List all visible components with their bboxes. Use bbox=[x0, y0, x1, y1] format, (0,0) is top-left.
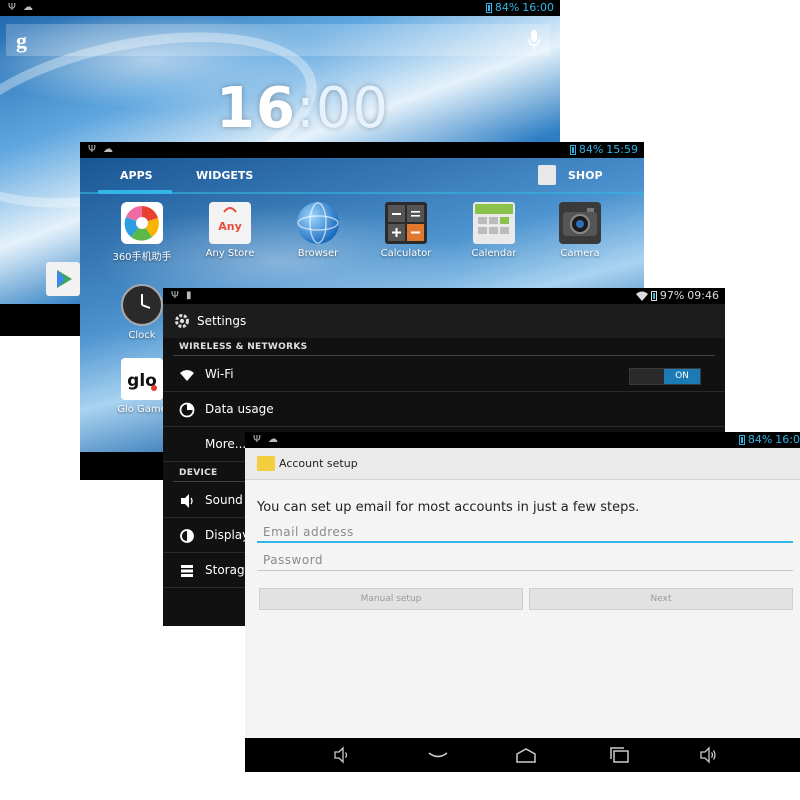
section-header-device: DEVICE bbox=[179, 468, 218, 478]
app-label: 360手机助手 bbox=[112, 252, 172, 263]
clock-icon bbox=[121, 284, 163, 326]
tab-indicator bbox=[98, 190, 172, 194]
password-underline bbox=[257, 570, 793, 571]
app-calculator[interactable]: Calculator bbox=[366, 202, 446, 259]
page-title: Account setup bbox=[279, 457, 358, 470]
wifi-signal-icon bbox=[635, 291, 648, 301]
status-bar: Ψ ▮ 97% 09:46 bbox=[163, 288, 725, 304]
app-label: Camera bbox=[560, 248, 600, 259]
settings-item-label: Display bbox=[205, 528, 250, 542]
status-time: 15:59 bbox=[606, 143, 638, 156]
play-store-icon[interactable] bbox=[46, 262, 80, 296]
calendar-icon bbox=[473, 202, 515, 244]
toggle-state: ON bbox=[664, 369, 700, 384]
email-input[interactable] bbox=[257, 522, 793, 542]
navigation-bar bbox=[245, 738, 800, 772]
battery-level: 97% bbox=[659, 289, 685, 302]
settings-item-label: Wi-Fi bbox=[205, 367, 234, 381]
wifi-icon bbox=[180, 370, 194, 381]
google-search-bar[interactable]: g bbox=[6, 24, 550, 56]
next-button[interactable]: Next bbox=[529, 588, 793, 610]
shop-button[interactable]: SHOP bbox=[568, 169, 603, 182]
settings-item-label: More... bbox=[205, 437, 247, 451]
tab-widgets[interactable]: WIDGETS bbox=[196, 169, 253, 182]
status-time: 16:00 bbox=[522, 1, 554, 14]
tab-apps[interactable]: APPS bbox=[120, 169, 153, 182]
gear-icon[interactable] bbox=[173, 312, 191, 330]
status-bar: Ψ ☁ 84% 16:00 bbox=[0, 0, 560, 16]
app-360-assistant[interactable]: 360手机助手 bbox=[102, 202, 182, 263]
wifi-toggle[interactable]: ON bbox=[629, 368, 701, 385]
app-label: Calculator bbox=[380, 248, 432, 259]
home-icon[interactable] bbox=[515, 746, 537, 764]
section-divider bbox=[173, 355, 715, 356]
shop-bag-icon[interactable] bbox=[538, 165, 556, 185]
home-clock-widget[interactable]: 16:00 bbox=[216, 76, 389, 141]
section-header-wireless: WIRELESS & NETWORKS bbox=[179, 342, 308, 352]
app-label: Calendar bbox=[471, 248, 517, 259]
clock-minutes: :00 bbox=[295, 76, 390, 141]
recent-apps-icon[interactable] bbox=[609, 746, 631, 764]
drawer-tabs: APPS WIDGETS SHOP bbox=[80, 158, 644, 194]
battery-icon bbox=[650, 290, 657, 301]
password-field[interactable] bbox=[257, 549, 793, 571]
app-calendar[interactable]: Calendar bbox=[454, 202, 534, 259]
any-store-badge: Any bbox=[218, 220, 242, 233]
usb-icon: Ψ ☁ bbox=[253, 434, 281, 445]
status-bar: Ψ ☁ 84% 16:0 bbox=[245, 432, 800, 448]
settings-action-bar: Settings bbox=[163, 304, 725, 338]
volume-down-icon[interactable] bbox=[333, 746, 351, 764]
account-action-bar: Account setup bbox=[245, 448, 800, 480]
battery-level: 84% bbox=[578, 143, 604, 156]
google-g-icon: g bbox=[16, 28, 27, 53]
any-store-icon: Any bbox=[209, 202, 251, 244]
app-camera[interactable]: Camera bbox=[540, 202, 620, 259]
status-bar: Ψ ☁ 84% 15:59 bbox=[80, 142, 644, 158]
mic-icon[interactable] bbox=[528, 29, 540, 51]
envelope-icon bbox=[257, 456, 275, 471]
app-label: Any Store bbox=[205, 248, 255, 259]
email-field[interactable] bbox=[257, 521, 793, 543]
glo-game-icon: glo bbox=[121, 358, 163, 400]
settings-item-label: Data usage bbox=[205, 402, 274, 416]
display-brightness-icon bbox=[180, 529, 194, 543]
settings-item-data-usage[interactable]: Data usage bbox=[163, 393, 725, 427]
360-assistant-icon bbox=[121, 202, 163, 244]
app-any-store[interactable]: Any Any Store bbox=[190, 202, 270, 259]
usb-icon: Ψ ▮ bbox=[171, 290, 194, 301]
app-browser[interactable]: Browser bbox=[278, 202, 358, 259]
battery-icon bbox=[738, 434, 745, 445]
password-input[interactable] bbox=[257, 550, 793, 570]
email-underline bbox=[257, 541, 793, 543]
manual-setup-button[interactable]: Manual setup bbox=[259, 588, 523, 610]
instruction-text: You can set up email for most accounts i… bbox=[257, 500, 640, 515]
battery-icon bbox=[569, 144, 576, 155]
status-time: 09:46 bbox=[687, 289, 719, 302]
page-title: Settings bbox=[197, 314, 247, 328]
account-setup-screen: Ψ ☁ 84% 16:0 Account setup You can set u… bbox=[245, 432, 800, 772]
battery-level: 84% bbox=[747, 433, 773, 446]
play-triangle-icon bbox=[57, 270, 72, 288]
calculator-icon bbox=[385, 202, 427, 244]
speaker-icon bbox=[181, 494, 193, 508]
usb-icon: Ψ ☁ bbox=[8, 2, 36, 13]
storage-icon bbox=[181, 565, 193, 577]
back-icon[interactable] bbox=[427, 746, 449, 764]
data-usage-icon bbox=[179, 402, 195, 418]
usb-icon: Ψ ☁ bbox=[88, 144, 116, 155]
globe-icon bbox=[297, 202, 339, 244]
clock-hours: 16 bbox=[216, 76, 296, 141]
settings-item-label: Sound bbox=[205, 493, 243, 507]
camera-icon bbox=[559, 202, 601, 244]
app-label: Browser bbox=[297, 248, 339, 259]
settings-item-wifi[interactable]: Wi-Fi ON bbox=[163, 358, 725, 392]
volume-up-icon[interactable] bbox=[699, 746, 717, 764]
status-time: 16:0 bbox=[775, 433, 800, 446]
battery-icon bbox=[485, 2, 492, 13]
battery-level: 84% bbox=[494, 1, 520, 14]
